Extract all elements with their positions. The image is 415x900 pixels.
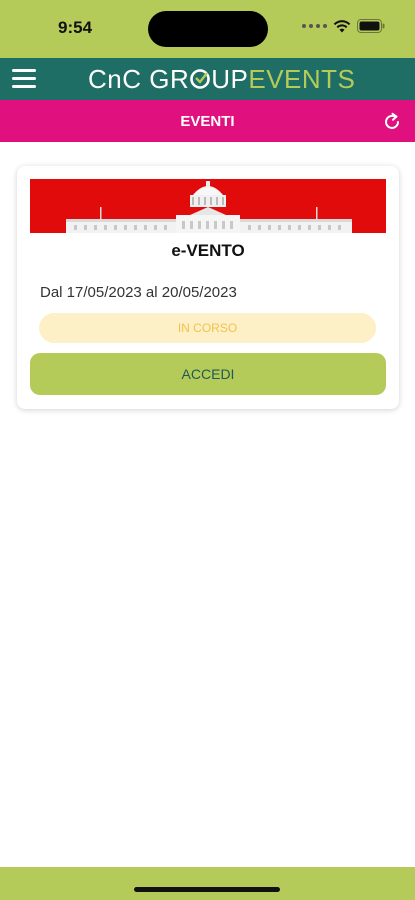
app-logo: CnC GR UPEVENTS [88,64,355,95]
event-image [30,179,386,233]
status-icons [302,19,385,33]
logo-o-symbol-icon [190,69,211,89]
logo-text-cnc: CnC GR [88,64,190,94]
status-bar: 9:54 [0,0,415,58]
event-card[interactable]: e-VENTO Dal 17/05/2023 al 20/05/2023 IN … [17,166,399,409]
home-indicator[interactable] [134,887,280,892]
event-dates: Dal 17/05/2023 al 20/05/2023 [40,284,237,301]
refresh-icon[interactable] [381,111,403,133]
signal-dots-icon [302,24,327,28]
logo-text-events: EVENTS [248,64,356,94]
bottom-bar [0,867,415,900]
app-header: CnC GR UPEVENTS [0,58,415,100]
accedi-button[interactable]: ACCEDI [30,353,386,395]
logo-text-group: UP [211,64,249,94]
dynamic-island [148,11,268,47]
event-status-badge: IN CORSO [39,313,376,343]
battery-icon [357,19,385,33]
page-title: EVENTI [180,113,235,130]
hamburger-menu-icon[interactable] [12,69,36,89]
wifi-icon [333,19,351,32]
event-title: e-VENTO [171,241,245,260]
page-title-bar: EVENTI [0,100,415,142]
status-time: 9:54 [58,18,93,37]
capitol-building-image [30,179,386,233]
